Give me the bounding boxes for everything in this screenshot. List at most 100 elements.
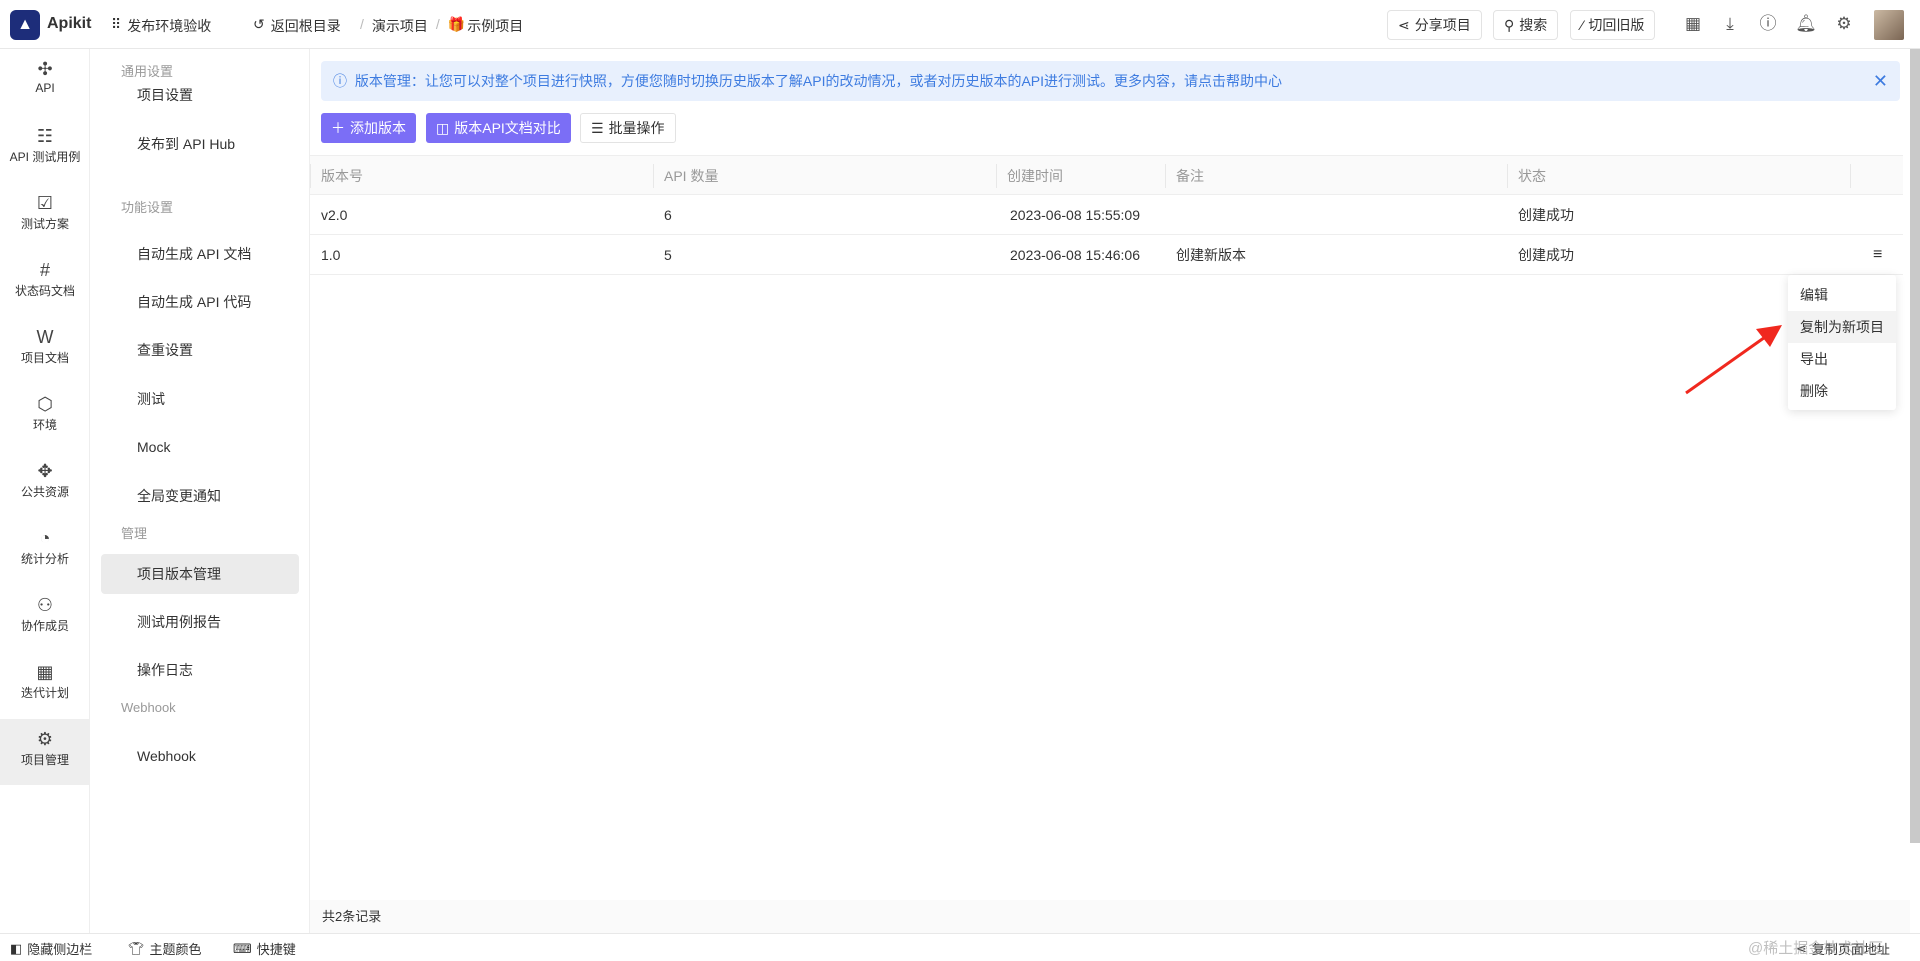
table-cell: 2023-06-08 15:46:06	[1010, 247, 1140, 263]
settings-sidebar: 通用设置 项目设置 发布到 API Hub 功能设置 自动生成 API 文档 自动生成 A…	[90, 49, 310, 933]
table-row[interactable]: v2.0 6 2023-06-08 15:55:09 创建成功	[310, 195, 1903, 235]
search-button[interactable]: ⚲ 搜索	[1493, 10, 1559, 40]
vertical-scrollbar[interactable]	[1910, 49, 1920, 843]
nav-label: API 测试用例	[9, 150, 81, 164]
nav-icon: ☑	[36, 193, 54, 213]
more-actions-icon[interactable]: ≡	[1873, 235, 1882, 275]
sidebar-item[interactable]: Mock	[101, 427, 299, 467]
nav-label: 迭代计划	[20, 686, 69, 700]
nav-item-8[interactable]: ⚇ 协作成员	[0, 585, 90, 651]
back-label: 返回根目录	[270, 18, 341, 34]
sidebar-item[interactable]: 测试用例报告	[101, 602, 299, 642]
calendar-icon[interactable]: ▦	[1682, 13, 1704, 35]
breadcrumb: / 演示项目 / 🎁 示例项目	[360, 16, 524, 36]
menu-item[interactable]: 编辑	[1788, 279, 1896, 311]
sidebar-item[interactable]: 项目设置	[101, 75, 299, 115]
sidebar-item[interactable]: 自动生成 API 文档	[101, 234, 299, 274]
bottom-bar: ◧ 隐藏侧边栏 👕︎ 主题颜色 ⌨ 快捷键 ⋖ 复制页面地址 @稀土掘金技术社区	[0, 933, 1920, 961]
download-icon[interactable]: ⤓	[1719, 13, 1741, 35]
sidebar-item[interactable]: 项目版本管理	[101, 554, 299, 594]
shortcuts-button[interactable]: ⌨ 快捷键	[233, 939, 296, 958]
share-project-button[interactable]: ⋖ 分享项目	[1387, 10, 1482, 40]
sidebar-item[interactable]: 全局变更通知	[101, 476, 299, 516]
nav-item-4[interactable]: W 项目文档	[0, 317, 90, 383]
nav-icon: #	[39, 260, 50, 280]
sidebar-item[interactable]: 查重设置	[101, 330, 299, 370]
magic-wand-icon: ⁄	[1581, 17, 1584, 33]
hide-sidebar-label: 隐藏侧边栏	[27, 942, 93, 957]
breadcrumb-project-group[interactable]: 演示项目	[372, 16, 428, 36]
column-header: 版本号	[310, 164, 363, 188]
apikit-logo[interactable]: ▲	[10, 10, 40, 40]
info-icon: ⓘ	[333, 73, 347, 89]
table-cell: 创建成功	[1518, 207, 1574, 223]
plus-icon: ＋	[331, 120, 345, 136]
column-header: 备注	[1165, 164, 1204, 188]
menu-item[interactable]: 删除	[1788, 375, 1896, 407]
avatar[interactable]	[1874, 10, 1904, 40]
old-version-label: 切回旧版	[1588, 17, 1645, 33]
info-banner: ⓘ 版本管理：让您可以对整个项目进行快照，方便您随时切换历史版本了解API的改动…	[321, 61, 1900, 101]
share-label: 分享项目	[1414, 17, 1471, 33]
brand-name: Apikit	[47, 15, 92, 32]
sidebar-item[interactable]: 测试	[101, 379, 299, 419]
nav-item-5[interactable]: ⬡ 环境	[0, 384, 90, 450]
menu-item[interactable]: 复制为新项目	[1788, 311, 1896, 343]
nav-icon: ▦	[36, 662, 54, 682]
back-to-root-link[interactable]: ↺ 返回根目录	[253, 16, 341, 36]
sidebar-item[interactable]: 操作日志	[101, 650, 299, 690]
nav-label: 统计分析	[20, 552, 69, 566]
workspace-switcher[interactable]: ⠿ 发布环境验收	[111, 16, 211, 36]
row-actions-menu: 编辑 复制为新项目 导出 删除	[1788, 275, 1896, 410]
table-cell: 创建成功	[1518, 247, 1574, 263]
nav-item-10[interactable]: ⚙ 项目管理	[0, 719, 90, 785]
theme-label: 主题颜色	[149, 942, 202, 957]
table-row[interactable]: 1.0 5 2023-06-08 15:46:06 创建新版本 创建成功 ≡	[310, 235, 1903, 275]
nav-label: 公共资源	[20, 485, 69, 499]
undo-icon: ↺	[253, 16, 265, 32]
nav-item-0[interactable]: ✣ API	[0, 49, 90, 115]
nav-label: 协作成员	[20, 619, 69, 633]
split-view-icon: ◫	[436, 119, 450, 136]
nav-item-9[interactable]: ▦ 迭代计划	[0, 652, 90, 718]
grid-icon: ⠿	[111, 16, 122, 32]
table-header: 版本号 API 数量 创建时间 备注 状态	[310, 155, 1903, 195]
sidebar-icon: ◧	[10, 940, 23, 956]
nav-item-7[interactable]: ◔ 统计分析	[0, 518, 90, 584]
close-icon[interactable]: ✕	[1873, 61, 1888, 101]
table-cell: 6	[664, 207, 672, 223]
nav-item-3[interactable]: # 状态码文档	[0, 250, 90, 316]
table-cell: 创建新版本	[1176, 247, 1246, 263]
nav-icon: W	[36, 327, 54, 347]
switch-old-version-button[interactable]: ⁄ 切回旧版	[1570, 10, 1656, 40]
table-cell: 1.0	[321, 247, 341, 263]
workspace-name: 发布环境验收	[127, 18, 212, 34]
sidebar-item[interactable]: 发布到 API Hub	[101, 124, 299, 164]
breadcrumb-project[interactable]: 示例项目	[467, 16, 523, 36]
hide-sidebar-button[interactable]: ◧ 隐藏侧边栏	[10, 939, 92, 958]
column-header: 状态	[1507, 164, 1546, 188]
sidebar-item[interactable]: 自动生成 API 代码	[101, 282, 299, 322]
add-version-button[interactable]: ＋ 添加版本	[321, 113, 416, 143]
theme-color-button[interactable]: 👕︎ 主题颜色	[128, 939, 202, 958]
list-icon: ☰	[591, 119, 604, 136]
nav-icon: ⬡	[37, 394, 53, 414]
share-icon: ⋖	[1398, 16, 1410, 33]
compare-docs-button[interactable]: ◫ 版本API文档对比	[426, 113, 571, 143]
top-header: ▲ Apikit ⠿ 发布环境验收 ↺ 返回根目录 / 演示项目 / 🎁 示例项目 ⋖ 分享…	[0, 0, 1920, 49]
nav-item-6[interactable]: ✥ 公共资源	[0, 451, 90, 517]
batch-operation-button[interactable]: ☰ 批量操作	[580, 113, 676, 143]
gear-icon[interactable]: ⚙	[1833, 13, 1855, 35]
table-cell: v2.0	[321, 207, 348, 223]
help-icon[interactable]: ⓘ	[1757, 13, 1779, 35]
nav-label: 环境	[32, 418, 57, 432]
add-version-label: 添加版本	[350, 120, 406, 136]
nav-icon: ⚙	[36, 729, 54, 749]
bell-icon[interactable]: 🔔︎	[1795, 13, 1817, 35]
sidebar-item[interactable]: Webhook	[101, 736, 299, 776]
nav-item-1[interactable]: ☷ API 测试用例	[0, 116, 90, 182]
gift-icon: 🎁	[447, 16, 466, 32]
nav-icon: ◔	[39, 528, 51, 548]
nav-item-2[interactable]: ☑ 测试方案	[0, 183, 90, 249]
menu-item[interactable]: 导出	[1788, 343, 1896, 375]
